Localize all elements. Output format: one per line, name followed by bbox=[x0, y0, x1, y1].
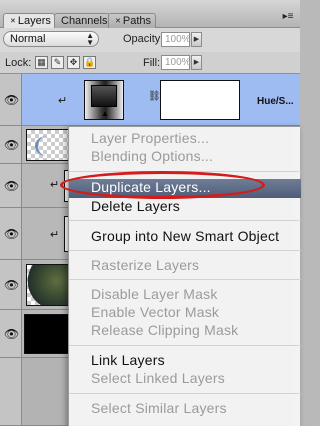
lock-all-icon[interactable]: 🔒 bbox=[83, 56, 96, 69]
menu-item-release-clipping-mask[interactable]: Release Clipping Mask bbox=[91, 322, 238, 338]
opacity-slider-arrow-icon[interactable]: ▶ bbox=[191, 32, 202, 47]
adjustment-layer-icon[interactable]: ▲ bbox=[84, 80, 124, 120]
select-arrows-icon: ▲ ▼ bbox=[86, 31, 94, 47]
tab-layers-label: Layers bbox=[17, 15, 51, 27]
menu-item-group-into-smart-object[interactable]: Group into New Smart Object bbox=[91, 228, 279, 244]
layer-name[interactable]: Hue/S... bbox=[257, 96, 294, 107]
lock-pixels-icon[interactable]: ✎ bbox=[51, 56, 64, 69]
fill-field[interactable]: 100% bbox=[161, 55, 191, 70]
lock-label: Lock: bbox=[5, 57, 32, 69]
close-icon[interactable]: ✕ bbox=[10, 18, 16, 25]
menu-separator bbox=[69, 393, 301, 394]
visibility-toggle[interactable]: 👁 bbox=[0, 74, 22, 125]
opacity-label: Opacity: bbox=[123, 33, 164, 45]
annotation-oval bbox=[60, 171, 265, 199]
visibility-toggle[interactable]: 👁 bbox=[0, 126, 22, 163]
fill-label: Fill: bbox=[143, 57, 161, 69]
menu-separator bbox=[69, 250, 301, 251]
clipping-arrow-icon: ↵ bbox=[50, 229, 60, 241]
clipping-arrow-icon: ↵ bbox=[58, 95, 68, 107]
layer-thumbnail[interactable] bbox=[26, 129, 70, 161]
blend-mode-value: Normal bbox=[10, 33, 46, 45]
close-icon[interactable]: ✕ bbox=[115, 18, 121, 25]
eye-icon[interactable]: 👁 bbox=[4, 180, 19, 192]
lock-transparency-icon[interactable]: ▦ bbox=[35, 56, 48, 69]
eye-icon[interactable]: 👁 bbox=[4, 279, 19, 291]
menu-item-blending-options[interactable]: Blending Options... bbox=[91, 148, 213, 164]
visibility-toggle[interactable]: 👁 bbox=[0, 164, 22, 207]
menu-item-layer-properties[interactable]: Layer Properties... bbox=[91, 130, 209, 146]
eye-icon[interactable]: 👁 bbox=[4, 228, 19, 240]
lock-position-icon[interactable]: ✥ bbox=[67, 56, 80, 69]
layer-thumbnail[interactable] bbox=[24, 314, 70, 354]
fill-slider-arrow-icon[interactable]: ▶ bbox=[191, 55, 202, 70]
blend-options-row: Normal ▲ ▼ Opacity: 100% ▶ bbox=[0, 28, 300, 52]
menu-separator bbox=[69, 220, 301, 221]
opacity-field[interactable]: 100% bbox=[161, 32, 191, 47]
lock-row: Lock: ▦ ✎ ✥ 🔒 Fill: 100% ▶ bbox=[0, 52, 300, 74]
tab-paths-label: Paths bbox=[122, 15, 152, 27]
tab-channels-label: Channels bbox=[61, 15, 108, 27]
tab-layers[interactable]: ✕ Layers bbox=[3, 13, 55, 28]
menu-item-rasterize-layers[interactable]: Rasterize Layers bbox=[91, 257, 199, 273]
panel-tab-bar: ✕ Layers Channels ✕ Paths ▸≡ bbox=[0, 0, 300, 28]
layer-row-hue-saturation[interactable]: 👁 ↵ ▲ ⛓ Hue/S... bbox=[0, 74, 300, 126]
layer-thumbnail[interactable] bbox=[26, 264, 70, 306]
eye-icon[interactable]: 👁 bbox=[4, 139, 19, 151]
blend-mode-select[interactable]: Normal ▲ ▼ bbox=[3, 31, 99, 47]
visibility-toggle[interactable]: 👁 bbox=[0, 310, 22, 357]
tab-channels[interactable]: Channels bbox=[54, 13, 110, 28]
link-chain-icon[interactable]: ⛓ bbox=[148, 91, 161, 102]
menu-item-link-layers[interactable]: Link Layers bbox=[91, 352, 165, 368]
visibility-toggle[interactable]: 👁 bbox=[0, 208, 22, 259]
eye-icon[interactable]: 👁 bbox=[4, 328, 19, 340]
visibility-toggle[interactable] bbox=[0, 358, 22, 425]
menu-item-enable-vector-mask[interactable]: Enable Vector Mask bbox=[91, 304, 219, 320]
layer-mask-thumbnail[interactable] bbox=[160, 80, 240, 120]
menu-separator bbox=[69, 345, 301, 346]
tab-paths[interactable]: ✕ Paths bbox=[108, 13, 156, 28]
eye-icon[interactable]: 👁 bbox=[4, 94, 19, 106]
panel-menu-icon[interactable]: ▸≡ bbox=[280, 10, 296, 24]
menu-separator bbox=[69, 279, 301, 280]
menu-item-disable-layer-mask[interactable]: Disable Layer Mask bbox=[91, 286, 218, 302]
menu-item-delete-layers[interactable]: Delete Layers bbox=[91, 198, 180, 214]
clipping-arrow-icon: ↵ bbox=[50, 179, 60, 191]
menu-item-select-linked-layers[interactable]: Select Linked Layers bbox=[91, 370, 225, 386]
menu-item-select-similar-layers[interactable]: Select Similar Layers bbox=[91, 400, 227, 416]
visibility-toggle[interactable]: 👁 bbox=[0, 260, 22, 309]
